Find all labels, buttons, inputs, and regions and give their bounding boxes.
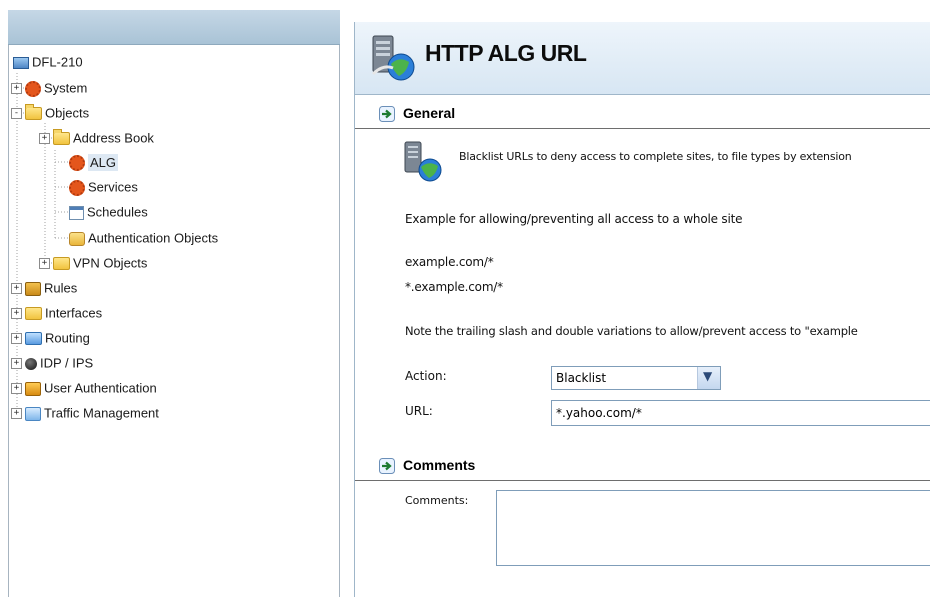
action-select[interactable]: Blacklist ▼ [551, 366, 721, 390]
tree-item-label: User Authentication [44, 380, 157, 396]
tree-item-label: DFL-210 [32, 54, 83, 70]
action-label: Action: [405, 369, 447, 383]
routing-icon [25, 332, 42, 345]
tree-item-authentication-objects[interactable]: Authentication Objects [69, 226, 218, 250]
tree-item-label: Routing [45, 330, 90, 346]
chevron-down-icon: ▼ [703, 369, 713, 383]
general-section-header: General [355, 102, 930, 129]
example-text: *.example.com/* [405, 280, 503, 294]
example-text: example.com/* [405, 255, 494, 269]
expand-icon[interactable]: + [39, 258, 50, 269]
tree-item-label: ALG [88, 153, 119, 171]
action-select-value: Blacklist [556, 371, 607, 385]
url-input[interactable] [551, 400, 930, 426]
tree-item-label: Rules [44, 280, 78, 296]
section-title: General [403, 105, 456, 121]
folder-icon [25, 104, 42, 120]
tree-item-system[interactable]: + System [11, 76, 87, 100]
section-description: Blacklist URLs to deny access to complet… [459, 150, 852, 163]
tree-item-user-authentication[interactable]: + User Authentication [11, 376, 157, 400]
folder-icon [25, 307, 42, 320]
rules-icon [25, 281, 41, 296]
gear-icon [69, 154, 85, 171]
tree-item-label: Authentication Objects [88, 230, 219, 246]
idp-icon [25, 357, 37, 370]
url-label: URL: [405, 404, 433, 418]
comments-label: Comments: [405, 494, 469, 507]
expand-icon[interactable]: + [11, 283, 22, 294]
arrow-right-icon [379, 458, 395, 474]
note-text: Note the trailing slash and double varia… [405, 324, 858, 338]
tree-item-label: IDP / IPS [40, 355, 94, 371]
vpn-folder-icon [53, 257, 70, 270]
tree-item-schedules[interactable]: Schedules [69, 200, 148, 224]
tree-item-services[interactable]: Services [69, 175, 138, 199]
auth-icon [69, 231, 85, 246]
collapse-icon[interactable]: - [11, 108, 22, 119]
section-title: Comments [403, 457, 476, 473]
tree-item-traffic-management[interactable]: + Traffic Management [11, 401, 159, 425]
tree-panel-header [8, 10, 340, 45]
expand-icon[interactable]: + [11, 333, 22, 344]
tree-item-label: System [44, 80, 88, 96]
tree-item-label: Traffic Management [44, 405, 159, 421]
comments-textarea[interactable] [496, 490, 930, 566]
gear-icon [25, 80, 41, 97]
comments-section-header: Comments [355, 454, 930, 481]
expand-icon[interactable]: + [11, 408, 22, 419]
navigation-tree: DFL-210 + System - Objects + Address Book A… [8, 45, 340, 597]
tree-item-vpn-objects[interactable]: + VPN Objects [39, 251, 147, 275]
panel-splitter[interactable] [340, 0, 354, 597]
server-globe-icon [371, 35, 415, 81]
server-globe-icon [404, 141, 442, 182]
tree-item-interfaces[interactable]: + Interfaces [11, 301, 102, 325]
tree-item-objects[interactable]: - Objects [11, 101, 89, 125]
tree-item-address-book[interactable]: + Address Book [39, 126, 154, 150]
address-book-icon [53, 129, 70, 145]
calendar-icon [69, 205, 84, 220]
tree-item-label: VPN Objects [73, 255, 148, 271]
tree-item-idp-ips[interactable]: + IDP / IPS [11, 351, 93, 375]
expand-icon[interactable]: + [11, 308, 22, 319]
tree-item-label: Address Book [73, 130, 154, 146]
tree-item-label: Schedules [87, 204, 148, 220]
arrow-right-icon [379, 106, 395, 122]
tree-item-routing[interactable]: + Routing [11, 326, 90, 350]
expand-icon[interactable]: + [11, 83, 22, 94]
dropdown-button[interactable]: ▼ [697, 367, 720, 389]
tree-item-label: Objects [45, 105, 90, 121]
tree-item-label: Services [88, 179, 138, 195]
device-icon [13, 56, 29, 69]
expand-icon[interactable]: + [11, 383, 22, 394]
content-panel: HTTP ALG URL General Blacklist URLs to d… [354, 22, 930, 597]
tree-item-label: Interfaces [45, 305, 103, 321]
gear-icon [69, 179, 85, 196]
traffic-icon [25, 406, 41, 421]
tree-item-alg[interactable]: ALG [69, 150, 119, 174]
page-title: HTTP ALG URL [425, 40, 587, 66]
user-auth-icon [25, 381, 41, 396]
expand-icon[interactable]: + [39, 133, 50, 144]
tree-item-rules[interactable]: + Rules [11, 276, 77, 300]
expand-icon[interactable]: + [11, 358, 22, 369]
page-header: HTTP ALG URL [355, 22, 930, 95]
example-intro-text: Example for allowing/preventing all acce… [405, 212, 743, 226]
tree-item-root[interactable]: DFL-210 [13, 50, 83, 74]
